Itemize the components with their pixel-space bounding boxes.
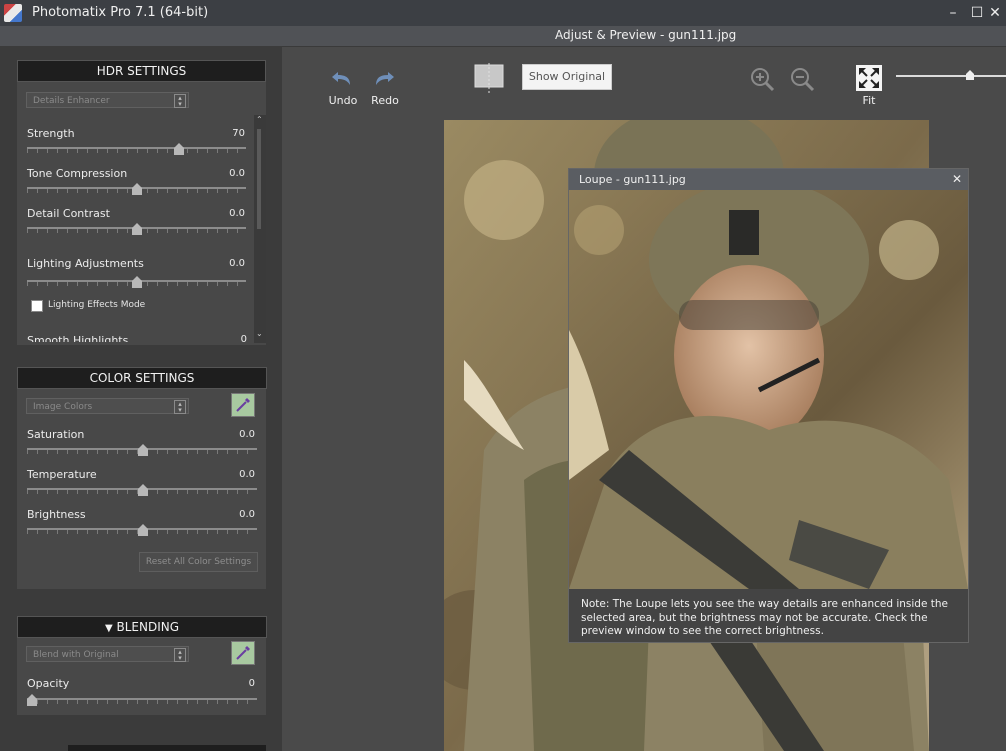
redo-icon[interactable] (371, 64, 397, 90)
lighting-effects-checkbox[interactable] (31, 300, 43, 312)
lighting-effects-label: Lighting Effects Mode (48, 300, 146, 310)
strength-label: Strength (27, 127, 75, 140)
zoom-slider-thumb[interactable] (966, 70, 974, 80)
opacity-slider-thumb[interactable] (27, 694, 37, 706)
opacity-slider-ticks (27, 700, 257, 704)
window-title: Adjust & Preview - gun111.jpg (555, 28, 737, 42)
next-section-header (68, 745, 266, 751)
scroll-down-icon[interactable]: ⌄ (256, 329, 263, 338)
lighting-adjustments-slider-thumb[interactable] (132, 276, 142, 288)
compare-icon[interactable] (474, 63, 504, 93)
zoom-out-icon[interactable] (789, 66, 815, 95)
cutoff-row: Smooth Highlights 0 (17, 334, 255, 342)
strength-value: 70 (232, 128, 245, 139)
color-picker-icon (236, 398, 250, 412)
fit-label[interactable]: Fit (854, 94, 884, 107)
hdr-scrollbar[interactable]: ⌃ ⌄ (254, 115, 266, 343)
smooth-highlights-label: Smooth Highlights (27, 334, 129, 342)
brightness-value: 0.0 (239, 509, 255, 520)
loupe-window[interactable]: Loupe - gun111.jpg ✕ Note: The Loupe let… (568, 168, 969, 643)
tone-compression-value: 0.0 (229, 168, 245, 179)
hdr-settings-header[interactable]: HDR SETTINGS (17, 60, 266, 82)
strength-slider-ticks (27, 149, 246, 153)
temperature-value: 0.0 (239, 469, 255, 480)
saturation-label: Saturation (27, 428, 85, 441)
loupe-title-bar[interactable]: Loupe - gun111.jpg ✕ (569, 169, 968, 190)
close-button[interactable]: ✕ (985, 3, 1005, 23)
temperature-label: Temperature (27, 468, 97, 481)
opacity-value: 0 (248, 678, 255, 689)
loupe-title: Loupe - gun111.jpg (579, 173, 686, 186)
close-icon[interactable]: ✕ (952, 172, 962, 186)
app-title: Photomatix Pro 7.1 (64-bit) (32, 5, 209, 20)
loupe-note: Note: The Loupe lets you see the way det… (581, 598, 948, 637)
detail-contrast-slider-thumb[interactable] (132, 223, 142, 235)
blending-header-label: BLENDING (116, 620, 180, 634)
color-preset-value: Image Colors (33, 402, 93, 412)
hdr-preset-value: Details Enhancer (33, 96, 110, 106)
minimize-button[interactable]: – (943, 3, 963, 23)
color-picker-button[interactable] (231, 393, 255, 417)
hdr-preset-dropdown[interactable]: Details Enhancer ▴ ▾ (26, 92, 189, 108)
brightness-label: Brightness (27, 508, 86, 521)
zoom-slider-track[interactable] (896, 75, 1006, 77)
undo-icon[interactable] (329, 64, 355, 90)
strength-slider-thumb[interactable] (174, 143, 184, 155)
loupe-image (569, 190, 968, 589)
detail-contrast-label: Detail Contrast (27, 207, 110, 220)
detail-contrast-value: 0.0 (229, 208, 245, 219)
dropdown-arrows-icon: ▴ ▾ (174, 94, 186, 108)
saturation-slider-thumb[interactable] (138, 444, 148, 456)
color-preset-dropdown[interactable]: Image Colors ▴ ▾ (26, 398, 189, 414)
temperature-slider-thumb[interactable] (138, 484, 148, 496)
reset-color-settings-button[interactable]: Reset All Color Settings (139, 552, 258, 572)
scroll-thumb[interactable] (257, 129, 261, 229)
fit-icon[interactable] (856, 65, 882, 94)
maximize-button[interactable]: ☐ (967, 3, 987, 23)
show-original-button[interactable]: Show Original (522, 64, 612, 90)
blend-picker-button[interactable] (231, 641, 255, 665)
lighting-adjustments-label: Lighting Adjustments (27, 257, 144, 270)
lighting-adjustments-value: 0.0 (229, 258, 245, 269)
opacity-label: Opacity (27, 677, 70, 690)
blending-header[interactable]: ▼ BLENDING (17, 616, 267, 638)
scroll-up-icon[interactable]: ⌃ (256, 115, 263, 124)
zoom-in-icon[interactable] (749, 66, 775, 95)
color-settings-header[interactable]: COLOR SETTINGS (17, 367, 267, 389)
app-icon (4, 4, 22, 22)
dropdown-arrows-icon: ▴ ▾ (174, 648, 186, 662)
saturation-value: 0.0 (239, 429, 255, 440)
undo-label[interactable]: Undo (324, 94, 362, 107)
redo-label[interactable]: Redo (366, 94, 404, 107)
dropdown-arrows-icon: ▴ ▾ (174, 400, 186, 414)
blend-preset-dropdown[interactable]: Blend with Original ▴ ▾ (26, 646, 189, 662)
tone-compression-label: Tone Compression (27, 167, 128, 180)
color-picker-icon (236, 646, 250, 660)
chevron-down-icon: ▼ (104, 623, 113, 634)
subheader-bar (0, 26, 1006, 47)
blend-preset-value: Blend with Original (33, 650, 119, 660)
tone-compression-slider-thumb[interactable] (132, 183, 142, 195)
brightness-slider-thumb[interactable] (138, 524, 148, 536)
smooth-highlights-value: 0 (240, 334, 247, 342)
